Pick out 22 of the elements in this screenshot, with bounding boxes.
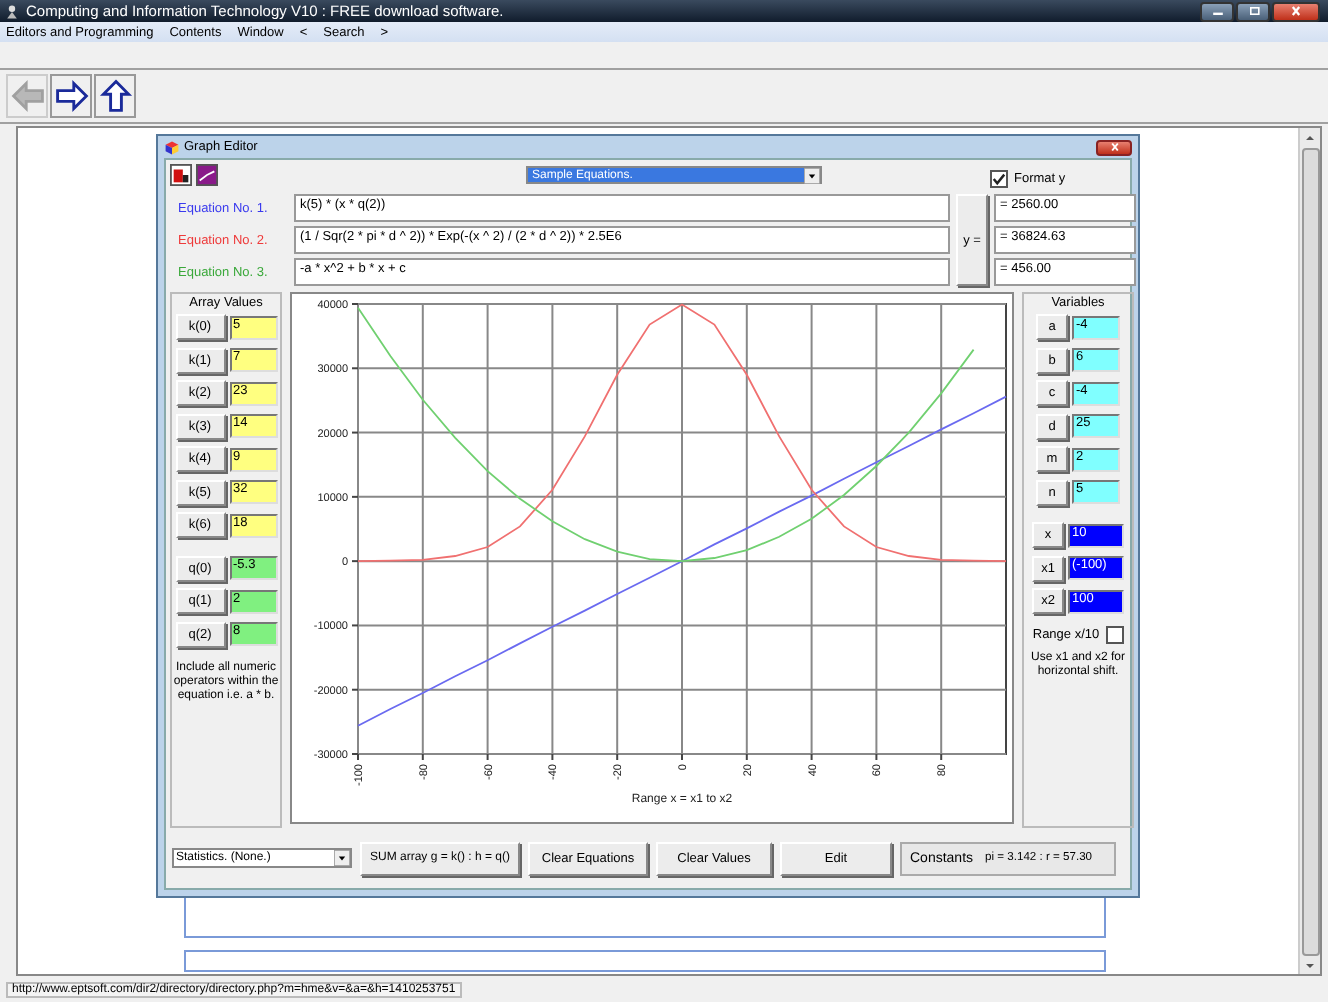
up-button[interactable] xyxy=(94,74,136,118)
cube-icon xyxy=(164,139,180,155)
right-arrow-icon xyxy=(53,78,89,114)
scrollbar-thumb[interactable] xyxy=(1301,147,1319,957)
dropdown-arrow-icon xyxy=(334,850,350,866)
close-icon xyxy=(1107,142,1121,152)
app-icon xyxy=(4,3,20,19)
restore-icon xyxy=(1245,6,1261,16)
close-button[interactable] xyxy=(1272,1,1320,21)
dropdown-arrow-icon xyxy=(804,167,820,183)
document-icon[interactable] xyxy=(170,164,192,186)
range-checkbox[interactable] xyxy=(1105,625,1124,643)
close-button[interactable] xyxy=(1096,139,1132,155)
left-arrow-icon xyxy=(9,78,45,114)
scrollbar[interactable] xyxy=(1298,128,1320,974)
maximize-button[interactable] xyxy=(1236,1,1270,21)
close-icon xyxy=(1288,6,1304,16)
forward-button[interactable] xyxy=(50,74,92,118)
line-graph-icon[interactable] xyxy=(196,164,218,186)
up-arrow-icon xyxy=(97,78,133,114)
format-y-checkbox[interactable] xyxy=(990,170,1008,188)
minimize-button[interactable] xyxy=(1200,1,1234,21)
